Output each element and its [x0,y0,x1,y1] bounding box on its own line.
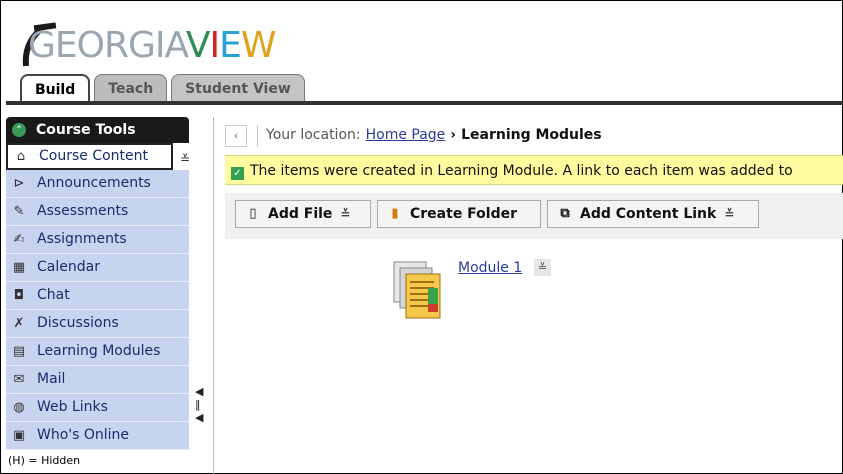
add-file-label: Add File [268,206,333,222]
person-icon: ▣ [12,427,26,443]
sidebar-item-announcements[interactable]: ⊳ Announcements [6,170,189,198]
sidebar-item-label: Who's Online [37,427,130,443]
sidebar-item-label: Calendar [37,259,100,275]
chevron-down-icon: ≚ [340,207,351,221]
collapse-icon[interactable]: ⌃ [12,123,26,137]
sidebar-item-label: Assignments [37,231,127,247]
chevron-down-icon[interactable]: ≚ [534,259,551,276]
checkmark-icon: ✓ [231,167,244,180]
sidebar-item-whos-online[interactable]: ▣ Who's Online [6,422,189,450]
header: GEORGIAVIEW Build Teach Student View [6,0,843,103]
sidebar-item-label: Discussions [37,315,119,331]
tab-student-view[interactable]: Student View [171,74,305,101]
sidebar-item-discussions[interactable]: ✗ Discussions [6,310,189,338]
hidden-legend: (H) = Hidden [8,454,81,467]
globe-icon: ◍ [13,399,25,415]
course-tools-sidebar: ⌃ Course Tools ⌂ Course Content ≚ ⊳ Anno… [6,117,190,450]
create-folder-button[interactable]: ▮ Create Folder [377,200,541,228]
create-folder-label: Create Folder [410,206,518,222]
georgiaview-logo: GEORGIAVIEW [18,10,318,67]
sidebar-item-assignments[interactable]: ✍ Assignments [6,226,189,254]
chat-icon: ◘ [13,287,25,303]
chevron-down-icon[interactable]: ≚ [180,146,190,173]
status-message-text: The items were created in Learning Modul… [250,163,793,179]
assessment-icon: ✎ [13,203,25,219]
course-tools-title: Course Tools [36,122,136,138]
logo-letter-e: E [219,25,242,66]
sidebar-item-mail[interactable]: ✉ Mail [6,366,189,394]
add-content-link-label: Add Content Link [580,206,717,222]
breadcrumb-separator: › [450,127,457,143]
home-icon: ⌂ [16,148,26,164]
mail-icon: ✉ [13,371,25,387]
pin-icon: ✗ [13,315,25,331]
sidebar-item-label: Announcements [37,175,151,191]
chevron-down-icon: ≚ [724,207,735,221]
sidebar-item-assessments[interactable]: ✎ Assessments [6,198,189,226]
add-content-link-button[interactable]: ⧉ Add Content Link ≚ [547,200,759,228]
sidebar-item-web-links[interactable]: ◍ Web Links [6,394,189,422]
sidebar-item-label: Course Content [39,148,149,164]
tab-teach[interactable]: Teach [94,74,168,101]
sidebar-item-label: Learning Modules [37,343,161,359]
breadcrumb-home-link[interactable]: Home Page [366,123,446,148]
sidebar-item-learning-modules[interactable]: ▤ Learning Modules [6,338,189,366]
main-divider [213,117,214,474]
logo-letter-w: W [240,25,277,66]
mode-tabs: Build Teach Student View [20,74,305,103]
learning-module-icon[interactable] [392,260,444,322]
status-message: ✓ The items were created in Learning Modu… [225,155,843,185]
breadcrumb-current: Learning Modules [461,127,602,143]
back-arrow-icon[interactable]: ‹ [225,124,247,147]
header-divider [6,101,843,105]
sidebar-item-label: Chat [37,287,70,303]
sidebar-item-chat[interactable]: ◘ Chat [6,282,189,310]
logo-letter-i: I [209,25,220,66]
sidebar-item-label: Assessments [37,203,129,219]
file-icon: ▯ [249,206,257,221]
sidebar-item-label: Mail [37,371,66,387]
add-file-button[interactable]: ▯ Add File ≚ [235,200,371,228]
sidebar-item-label: Web Links [37,399,108,415]
sidebar-collapse-handle[interactable]: ◀ ‖ ◀ [195,385,207,445]
sidebar-item-course-content[interactable]: ⌂ Course Content ≚ [6,143,190,170]
breadcrumb-prefix: Your location: [266,127,361,143]
sidebar-item-calendar[interactable]: ▦ Calendar [6,254,189,282]
breadcrumb-divider [257,124,258,147]
tab-build[interactable]: Build [20,74,91,103]
link-icon: ⧉ [560,206,570,221]
megaphone-icon: ⊳ [13,175,25,191]
calendar-icon: ▦ [12,259,26,275]
content-toolbar: ▯ Add File ≚ ▮ Create Folder ⧉ Add Conte… [225,193,843,239]
breadcrumb: ‹ Your location: Home Page › Learning Mo… [225,123,843,148]
logo-georgia: GEORGIA [28,25,187,66]
module-link[interactable]: Module 1 [458,260,522,276]
modules-icon: ▤ [12,343,26,359]
assignment-icon: ✍ [13,231,25,247]
logo-letter-v: V [185,25,211,66]
course-tools-header[interactable]: ⌃ Course Tools [6,117,189,143]
folder-icon: ▮ [391,206,399,221]
